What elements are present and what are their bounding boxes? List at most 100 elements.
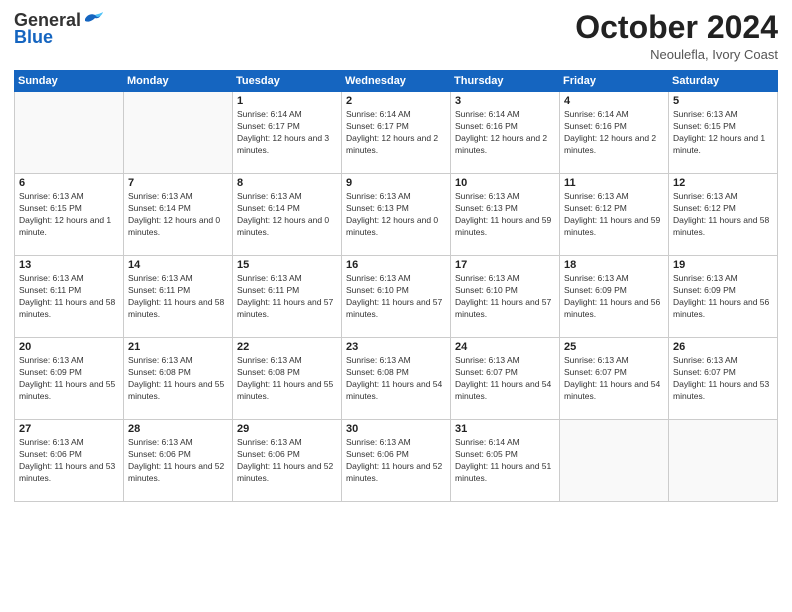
day-number: 3 [455,95,555,107]
day-info: Sunrise: 6:13 AM Sunset: 6:06 PM Dayligh… [128,437,228,485]
day-number: 18 [564,259,664,271]
logo-blue: Blue [14,27,53,48]
day-number: 28 [128,423,228,435]
day-number: 25 [564,341,664,353]
day-info: Sunrise: 6:13 AM Sunset: 6:07 PM Dayligh… [455,355,555,403]
day-info: Sunrise: 6:13 AM Sunset: 6:13 PM Dayligh… [346,191,446,239]
calendar-cell: 27 Sunrise: 6:13 AM Sunset: 6:06 PM Dayli… [15,420,124,502]
calendar-week-row: 20Sunrise: 6:13 AM Sunset: 6:09 PM Dayli… [15,338,778,420]
calendar-cell: 28 Sunrise: 6:13 AM Sunset: 6:06 PM Dayli… [124,420,233,502]
day-info: Sunrise: 6:13 AM Sunset: 6:08 PM Dayligh… [128,355,228,403]
calendar-cell [560,420,669,502]
calendar-cell: 17 Sunrise: 6:13 AM Sunset: 6:10 PM Dayli… [451,256,560,338]
calendar-cell: 9 Sunrise: 6:13 AM Sunset: 6:13 PM Daylig… [342,174,451,256]
calendar-cell [124,92,233,174]
calendar-cell: 12Sunrise: 6:13 AM Sunset: 6:12 PM Dayli… [669,174,778,256]
day-number: 13 [19,259,119,271]
day-info: Sunrise: 6:13 AM Sunset: 6:10 PM Dayligh… [346,273,446,321]
day-info: Sunrise: 6:13 AM Sunset: 6:09 PM Dayligh… [564,273,664,321]
day-number: 29 [237,423,337,435]
weekday-header: Saturday [669,71,778,92]
title-block: October 2024 Neoulefla, Ivory Coast [575,10,778,62]
day-info: Sunrise: 6:14 AM Sunset: 6:16 PM Dayligh… [564,109,664,157]
day-number: 6 [19,177,119,189]
day-number: 22 [237,341,337,353]
header: General Blue October 2024 Neoulefla, Ivo… [14,10,778,62]
weekday-header: Sunday [15,71,124,92]
day-number: 9 [346,177,446,189]
calendar-cell: 30Sunrise: 6:13 AM Sunset: 6:06 PM Dayli… [342,420,451,502]
day-info: Sunrise: 6:13 AM Sunset: 6:11 PM Dayligh… [19,273,119,321]
day-info: Sunrise: 6:13 AM Sunset: 6:15 PM Dayligh… [19,191,119,239]
day-info: Sunrise: 6:14 AM Sunset: 6:17 PM Dayligh… [237,109,337,157]
calendar-cell: 22Sunrise: 6:13 AM Sunset: 6:08 PM Dayli… [233,338,342,420]
calendar-cell: 21Sunrise: 6:13 AM Sunset: 6:08 PM Dayli… [124,338,233,420]
calendar-cell: 13 Sunrise: 6:13 AM Sunset: 6:11 PM Dayli… [15,256,124,338]
calendar-cell: 31 Sunrise: 6:14 AM Sunset: 6:05 PM Dayli… [451,420,560,502]
calendar-week-row: 1 Sunrise: 6:14 AM Sunset: 6:17 PM Daylig… [15,92,778,174]
weekday-header: Tuesday [233,71,342,92]
weekday-header: Friday [560,71,669,92]
day-info: Sunrise: 6:14 AM Sunset: 6:17 PM Dayligh… [346,109,446,157]
calendar-cell: 19Sunrise: 6:13 AM Sunset: 6:09 PM Dayli… [669,256,778,338]
calendar-cell: 1 Sunrise: 6:14 AM Sunset: 6:17 PM Daylig… [233,92,342,174]
day-info: Sunrise: 6:13 AM Sunset: 6:09 PM Dayligh… [19,355,119,403]
calendar-cell: 26 Sunrise: 6:13 AM Sunset: 6:07 PM Dayli… [669,338,778,420]
day-number: 7 [128,177,228,189]
day-number: 15 [237,259,337,271]
day-number: 14 [128,259,228,271]
calendar-table: SundayMondayTuesdayWednesdayThursdayFrid… [14,70,778,502]
day-info: Sunrise: 6:13 AM Sunset: 6:07 PM Dayligh… [673,355,773,403]
day-number: 23 [346,341,446,353]
calendar-cell: 5Sunrise: 6:13 AM Sunset: 6:15 PM Daylig… [669,92,778,174]
weekday-header: Thursday [451,71,560,92]
calendar-cell: 10Sunrise: 6:13 AM Sunset: 6:13 PM Dayli… [451,174,560,256]
weekday-header: Monday [124,71,233,92]
day-info: Sunrise: 6:13 AM Sunset: 6:06 PM Dayligh… [19,437,119,485]
calendar-cell: 20Sunrise: 6:13 AM Sunset: 6:09 PM Dayli… [15,338,124,420]
day-number: 27 [19,423,119,435]
day-number: 26 [673,341,773,353]
day-info: Sunrise: 6:14 AM Sunset: 6:05 PM Dayligh… [455,437,555,485]
day-info: Sunrise: 6:13 AM Sunset: 6:07 PM Dayligh… [564,355,664,403]
calendar-cell: 29 Sunrise: 6:13 AM Sunset: 6:06 PM Dayli… [233,420,342,502]
day-info: Sunrise: 6:13 AM Sunset: 6:09 PM Dayligh… [673,273,773,321]
weekday-header: Wednesday [342,71,451,92]
calendar-cell: 3Sunrise: 6:14 AM Sunset: 6:16 PM Daylig… [451,92,560,174]
day-number: 17 [455,259,555,271]
calendar-cell: 2 Sunrise: 6:14 AM Sunset: 6:17 PM Daylig… [342,92,451,174]
day-info: Sunrise: 6:13 AM Sunset: 6:08 PM Dayligh… [346,355,446,403]
day-number: 16 [346,259,446,271]
calendar-cell: 4 Sunrise: 6:14 AM Sunset: 6:16 PM Daylig… [560,92,669,174]
calendar-cell: 14 Sunrise: 6:13 AM Sunset: 6:11 PM Dayli… [124,256,233,338]
day-info: Sunrise: 6:13 AM Sunset: 6:10 PM Dayligh… [455,273,555,321]
calendar-cell: 11 Sunrise: 6:13 AM Sunset: 6:12 PM Dayli… [560,174,669,256]
day-number: 8 [237,177,337,189]
day-number: 2 [346,95,446,107]
day-number: 12 [673,177,773,189]
calendar-cell: 18 Sunrise: 6:13 AM Sunset: 6:09 PM Dayli… [560,256,669,338]
month-title: October 2024 [575,10,778,45]
day-info: Sunrise: 6:13 AM Sunset: 6:11 PM Dayligh… [128,273,228,321]
calendar-cell: 15Sunrise: 6:13 AM Sunset: 6:11 PM Dayli… [233,256,342,338]
day-number: 4 [564,95,664,107]
calendar-cell [15,92,124,174]
day-number: 11 [564,177,664,189]
day-number: 1 [237,95,337,107]
calendar-cell: 16 Sunrise: 6:13 AM Sunset: 6:10 PM Dayli… [342,256,451,338]
day-number: 30 [346,423,446,435]
calendar-cell: 24 Sunrise: 6:13 AM Sunset: 6:07 PM Dayli… [451,338,560,420]
day-number: 31 [455,423,555,435]
page: General Blue October 2024 Neoulefla, Ivo… [0,0,792,612]
calendar-week-row: 13 Sunrise: 6:13 AM Sunset: 6:11 PM Dayli… [15,256,778,338]
day-info: Sunrise: 6:13 AM Sunset: 6:06 PM Dayligh… [237,437,337,485]
day-info: Sunrise: 6:13 AM Sunset: 6:15 PM Dayligh… [673,109,773,157]
day-info: Sunrise: 6:13 AM Sunset: 6:12 PM Dayligh… [564,191,664,239]
calendar-cell: 7Sunrise: 6:13 AM Sunset: 6:14 PM Daylig… [124,174,233,256]
calendar-week-row: 27 Sunrise: 6:13 AM Sunset: 6:06 PM Dayli… [15,420,778,502]
calendar-cell: 6 Sunrise: 6:13 AM Sunset: 6:15 PM Daylig… [15,174,124,256]
day-info: Sunrise: 6:13 AM Sunset: 6:13 PM Dayligh… [455,191,555,239]
calendar-cell: 8Sunrise: 6:13 AM Sunset: 6:14 PM Daylig… [233,174,342,256]
calendar-cell: 23 Sunrise: 6:13 AM Sunset: 6:08 PM Dayli… [342,338,451,420]
day-number: 24 [455,341,555,353]
